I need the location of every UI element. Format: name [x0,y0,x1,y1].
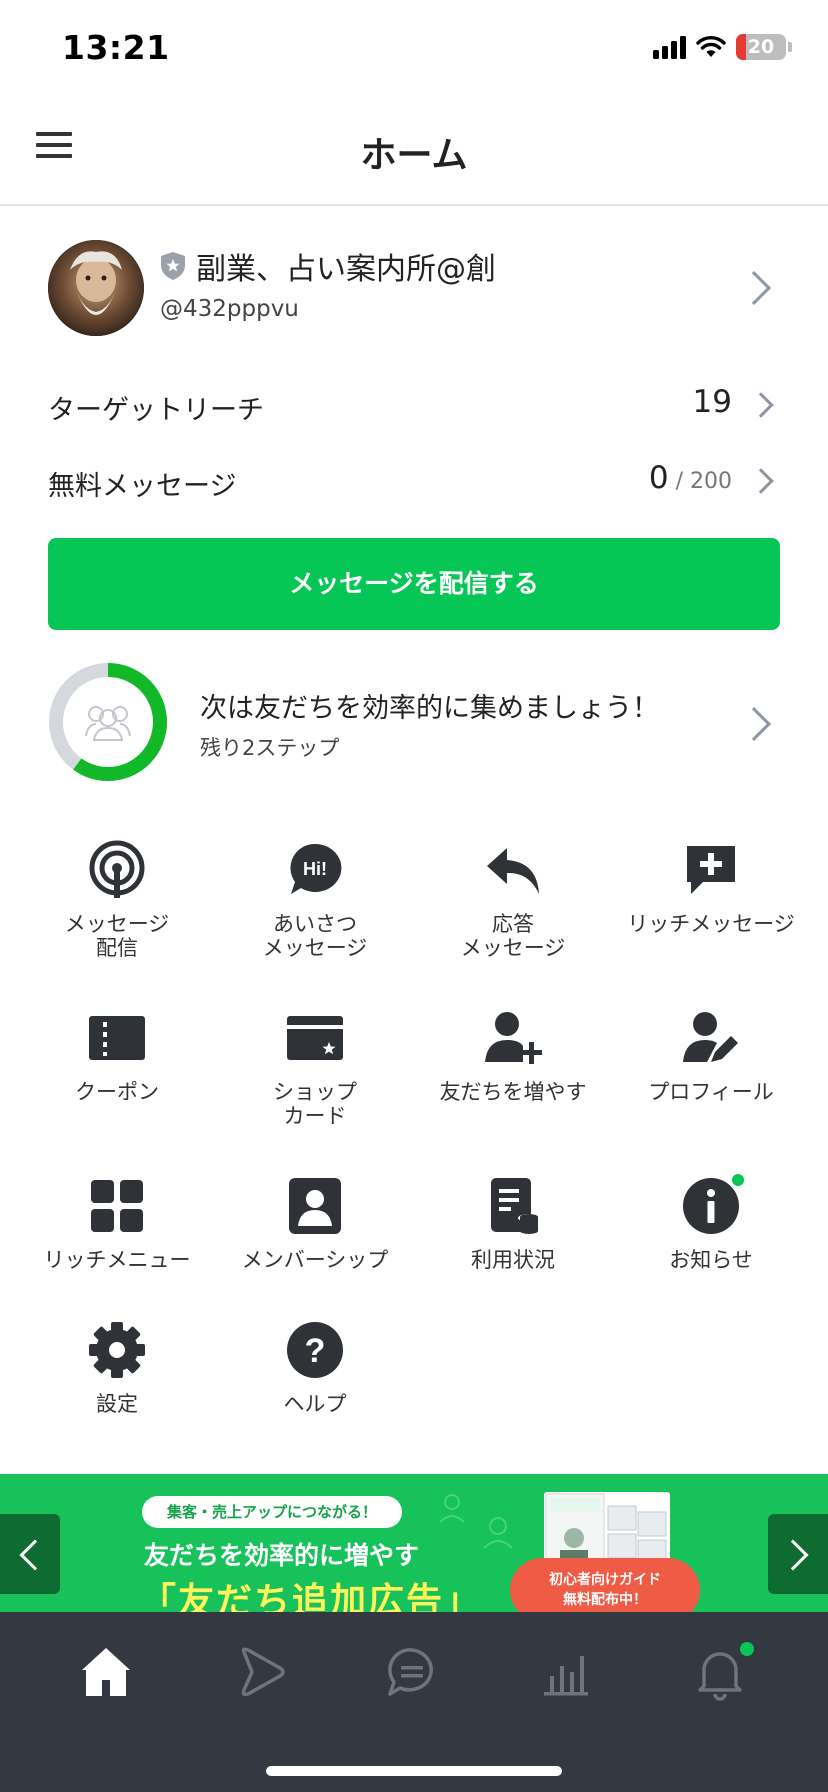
grid-label: 利用状況 [471,1248,555,1272]
usage-icon [491,1178,540,1234]
app-header: ホーム [0,100,828,206]
chevron-right-icon [777,1539,809,1571]
svg-text:Hi!: Hi! [303,859,327,879]
bottom-tab-bar [0,1612,828,1792]
chevron-right-icon [748,392,774,418]
grid-usage[interactable]: 利用状況 [414,1176,612,1316]
progress-subtitle: 残り2ステップ [200,736,340,760]
help-icon: ? [287,1322,343,1378]
battery-percentage: 20 [747,36,775,58]
settings-gear-icon [89,1322,145,1378]
free-messages-row[interactable]: 無料メッセージ 0 / 200 [0,452,828,512]
coupon-icon [89,1016,145,1060]
grid-label: 友だちを増やす [439,1080,587,1104]
banner-next-button[interactable] [768,1514,828,1594]
target-reach-row[interactable]: ターゲットリーチ 19 [0,376,828,436]
bar-chart-icon[interactable] [536,1642,596,1702]
grid-label: お知らせ [669,1248,753,1272]
grid-broadcast-message[interactable]: メッセージ 配信 [18,840,216,980]
info-icon [683,1178,739,1234]
grid-label: ヘルプ [283,1392,347,1416]
cellular-signal-icon [653,35,686,59]
account-name-row: 副業、占い案内所@創 [160,244,496,288]
status-bar: 13:21 20 [0,0,828,100]
chat-icon[interactable] [382,1642,442,1702]
shield-badge-icon [161,252,185,280]
greeting-hi-icon: Hi! [290,843,342,894]
grid-membership[interactable]: メンバーシップ [216,1176,414,1316]
rich-message-icon [687,846,735,894]
grid-add-friends[interactable]: 友だちを増やす [414,1008,612,1148]
grid-label: 設定 [96,1392,138,1416]
page-title: ホーム [360,135,468,176]
guide-badge-line2: 無料配布中！ [563,1592,647,1608]
send-message-button[interactable]: メッセージを配信する [48,538,780,630]
grid-rich-menu[interactable]: リッチメニュー [18,1176,216,1316]
banner-prev-button[interactable] [0,1514,60,1594]
free-messages-value: 0 / 200 [648,460,732,496]
grid-rich-message[interactable]: リッチメッセージ [612,840,810,980]
wifi-icon [696,36,726,57]
account-avatar [48,240,144,336]
progress-donut [49,663,167,781]
play-icon[interactable] [230,1642,290,1702]
grid-label: リッチメニュー [43,1248,191,1272]
status-icons: 20 [653,34,792,60]
grid-greeting-message[interactable]: Hi! あいさつ メッセージ [216,840,414,980]
chevron-right-icon [737,707,771,741]
banner-headline: 友だちを効率的に増やす [144,1541,420,1570]
ad-banner[interactable]: 集客・売上アップにつながる！ 友だちを効率的に増やす 「友だち追加広告」 初心者… [0,1474,828,1612]
free-messages-label: 無料メッセージ [48,471,237,502]
membership-icon [289,1178,341,1234]
rich-menu-icon [91,1180,143,1232]
battery-cap [788,42,792,52]
grid-label: クーポン [75,1080,159,1104]
grid-label: リッチメッセージ [627,912,795,936]
grid-label: メッセージ 配信 [64,912,170,960]
guide-badge: 初心者向けガイド 無料配布中！ [510,1558,700,1612]
notification-dot [740,1642,754,1656]
target-reach-value: 19 [692,384,732,420]
new-notice-dot [732,1174,744,1186]
grid-label: あいさつ メッセージ [262,912,368,960]
account-profile-row[interactable]: 副業、占い案内所@創 @432pppvu [0,230,828,350]
battery-icon: 20 [736,34,786,60]
onboarding-progress-card[interactable]: 次は友だちを効率的に集めましょう！ 残り2ステップ [0,660,828,784]
grid-coupon[interactable]: クーポン [18,1008,216,1148]
home-icon[interactable] [76,1642,136,1702]
guide-badge-line1: 初心者向けガイド [549,1572,661,1588]
shop-card-icon [287,1016,343,1060]
grid-notices[interactable]: お知らせ [612,1174,810,1316]
reply-icon [487,848,539,894]
grid-label: プロフィール [648,1080,774,1104]
grid-label: 応答 メッセージ [460,912,566,960]
grid-auto-reply[interactable]: 応答 メッセージ [414,840,612,980]
svg-text:?: ? [305,1332,326,1370]
grid-profile[interactable]: プロフィール [612,1008,810,1148]
account-name: 副業、占い案内所@創 [196,252,496,287]
target-reach-label: ターゲットリーチ [48,395,264,426]
status-time: 13:21 [62,28,170,67]
chevron-right-icon [737,271,771,305]
banner-pill: 集客・売上アップにつながる！ [142,1496,402,1528]
chevron-left-icon [19,1539,51,1571]
home-indicator [266,1766,562,1776]
grid-settings[interactable]: 設定 [18,1320,216,1460]
banner-title: 「友だち追加広告」 [140,1581,483,1612]
profile-edit-icon [683,1012,738,1062]
grid-help[interactable]: ? ヘルプ [216,1320,414,1460]
chevron-right-icon [748,468,774,494]
progress-title: 次は友だちを効率的に集めましょう！ [200,693,659,724]
grid-label: メンバーシップ [241,1248,389,1272]
broadcast-icon [89,840,145,898]
grid-label: ショップ カード [273,1080,357,1128]
add-friend-icon [485,1012,542,1064]
account-id: @432pppvu [160,296,299,322]
grid-shop-card[interactable]: ショップ カード [216,1008,414,1148]
